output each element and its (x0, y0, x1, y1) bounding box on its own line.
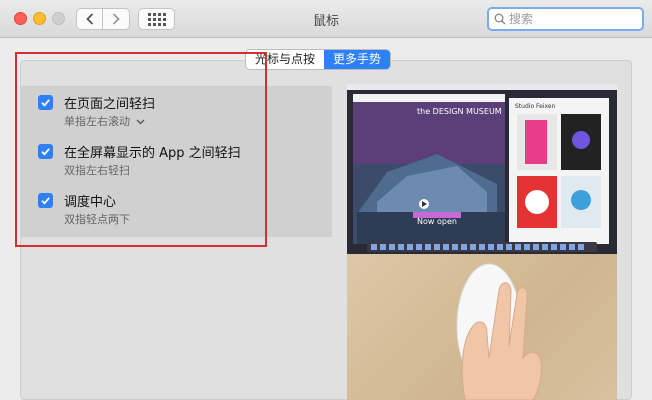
tab-more-gestures[interactable]: 更多手势 (324, 50, 391, 69)
show-all-button[interactable] (138, 8, 175, 30)
search-field[interactable] (487, 7, 644, 31)
back-button[interactable] (76, 8, 103, 30)
highlight-annotation-box (15, 52, 267, 247)
search-icon (494, 13, 506, 25)
close-window-button[interactable] (14, 12, 27, 25)
minimize-window-button[interactable] (33, 12, 46, 25)
forward-button[interactable] (103, 8, 130, 30)
museum-title: the DESIGN MUSEUM (417, 107, 502, 116)
show-all-grid-icon (147, 12, 166, 26)
zoom-window-button[interactable] (52, 12, 65, 25)
gesture-preview: the DESIGN MUSEUM Now open Studio Feixen (347, 84, 617, 400)
title-bar: 鼠标 (0, 0, 652, 38)
preview-screen: the DESIGN MUSEUM Now open Studio Feixen (347, 84, 617, 254)
chevron-left-icon (85, 13, 93, 25)
selection-arrow (300, 86, 332, 136)
card-title: Studio Feixen (515, 103, 556, 110)
chevron-right-icon (112, 13, 120, 25)
preview-screen-art: the DESIGN MUSEUM Now open Studio Feixen (347, 84, 617, 252)
now-open-label: Now open (417, 217, 457, 226)
search-input[interactable] (509, 12, 637, 26)
mouse-demo-photo (347, 254, 617, 400)
